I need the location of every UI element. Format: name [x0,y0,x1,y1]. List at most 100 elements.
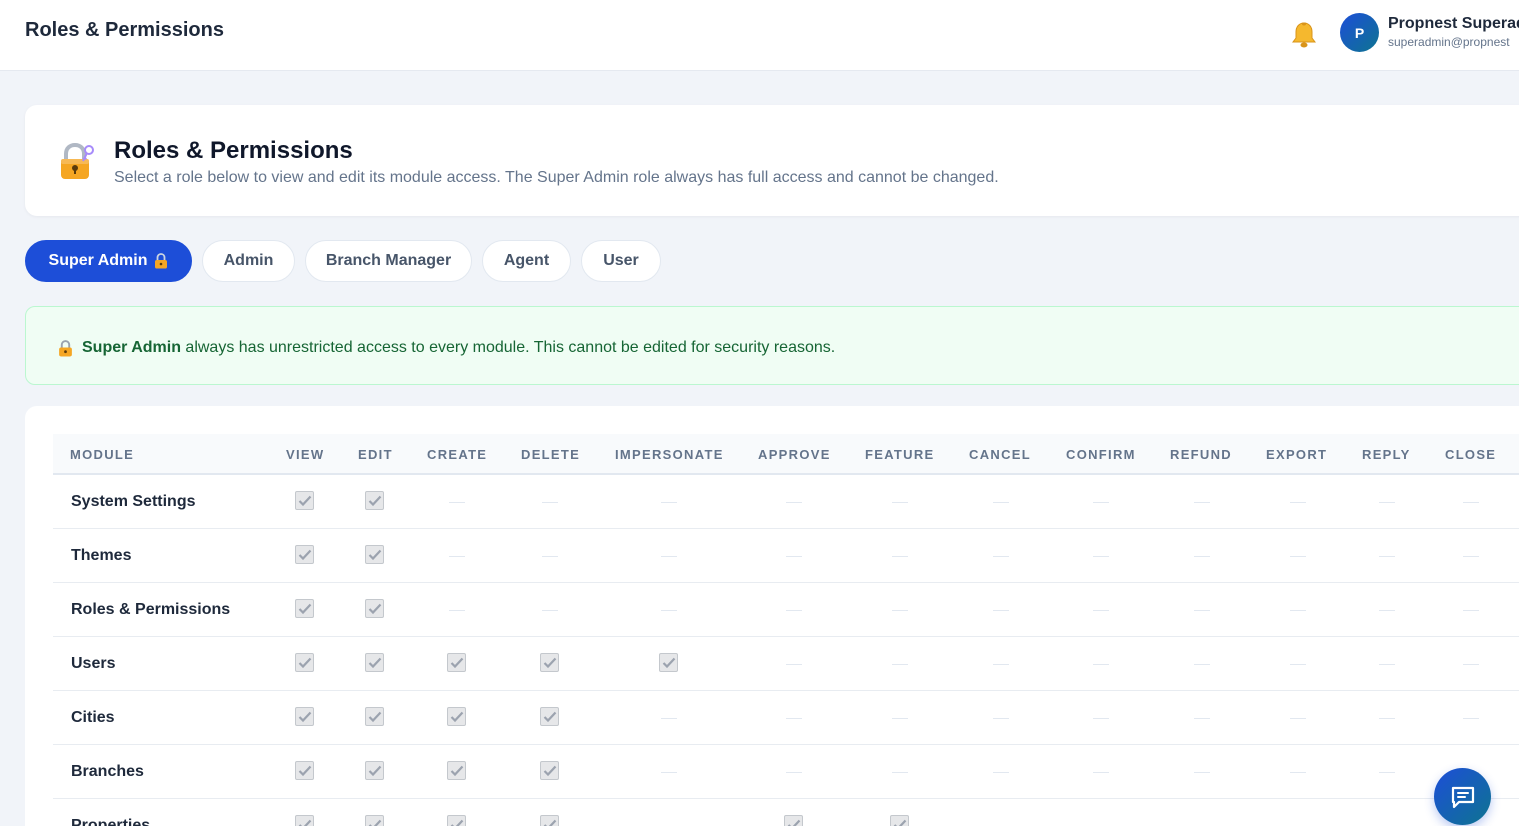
not-applicable-dash [1194,610,1210,611]
not-applicable-dash [1463,718,1479,719]
notice-role: Super Admin [82,339,181,356]
permission-cell-approve [774,475,814,529]
not-applicable-dash [1290,502,1306,503]
avatar[interactable]: P [1340,13,1379,52]
not-applicable-dash [1463,610,1479,611]
permission-cell-close [1451,691,1491,745]
not-applicable-dash [993,772,1009,773]
permission-checkbox [365,761,384,780]
module-name: Roles & Permissions [71,601,231,618]
module-name: Themes [71,547,132,564]
column-header-cancel: CANCEL [969,447,1031,462]
module-name: Users [71,655,116,672]
module-name: Cities [71,709,115,726]
module-name: System Settings [71,493,196,510]
permission-cell-edit [355,637,395,691]
bell-icon[interactable] [1291,21,1317,49]
table-row: Roles & Permissions [53,583,1519,637]
tab-label: Super Admin [48,252,148,269]
column-header-create: CREATE [427,447,488,462]
permission-cell-edit [355,475,395,529]
permission-cell-delete [530,475,570,529]
permission-cell-confirm [1081,529,1121,583]
permission-cell-view [285,691,325,745]
not-applicable-dash [1194,772,1210,773]
not-applicable-dash [993,502,1009,503]
tab-label: Admin [223,252,274,269]
permission-cell-refund [1182,637,1222,691]
table-row: System Settings [53,475,1519,529]
chat-button[interactable] [1434,768,1491,825]
not-applicable-dash [993,664,1009,665]
permission-cell-cancel [981,529,1021,583]
permission-cell-close [1451,583,1491,637]
permission-checkbox [540,707,559,726]
tab-label: User [603,252,639,269]
table-row: Properties [53,799,1519,826]
permission-cell-impersonate [649,475,689,529]
not-applicable-dash [892,664,908,665]
not-applicable-dash [993,718,1009,719]
permission-cell-refund [1182,799,1222,826]
permission-cell-impersonate [649,799,689,826]
table-row: Branches [53,745,1519,799]
permission-cell-feature [880,637,920,691]
super-admin-notice: Super Admin always has unrestricted acce… [25,306,1519,385]
permission-cell-create [437,799,477,826]
tab-super-admin[interactable]: Super Admin [25,240,192,282]
permission-checkbox [890,815,909,826]
permission-cell-edit [355,691,395,745]
permission-cell-view [285,583,325,637]
permission-cell-edit [355,745,395,799]
permission-cell-refund [1182,583,1222,637]
column-header-module: MODULE [70,447,135,462]
tab-branch-manager[interactable]: Branch Manager [305,240,472,282]
permission-cell-cancel [981,799,1021,826]
column-header-reply: REPLY [1362,447,1411,462]
column-header-refund: REFUND [1170,447,1232,462]
permission-cell-feature [880,583,920,637]
not-applicable-dash [1290,718,1306,719]
permission-cell-feature [880,745,920,799]
not-applicable-dash [1379,502,1395,503]
not-applicable-dash [449,502,465,503]
permission-cell-impersonate [649,637,689,691]
table-header: MODULE VIEW EDIT CREATE DELETE IMPERSONATE APP… [53,434,1519,475]
tab-agent[interactable]: Agent [482,240,571,282]
lock-icon [59,340,72,357]
permission-cell-feature [880,475,920,529]
not-applicable-dash [1463,556,1479,557]
tab-label: Branch Manager [325,252,452,269]
header-card: Roles & Permissions Select a role below … [25,105,1519,216]
not-applicable-dash [1379,610,1395,611]
not-applicable-dash [1093,556,1109,557]
not-applicable-dash [1093,718,1109,719]
permission-cell-create [437,745,477,799]
permission-cell-export [1278,637,1318,691]
permission-cell-export [1278,583,1318,637]
permission-cell-create [437,637,477,691]
not-applicable-dash [1093,664,1109,665]
permission-checkbox [295,599,314,618]
page-title: Roles & Permissions [25,19,224,41]
tab-admin[interactable]: Admin [202,240,295,282]
not-applicable-dash [1379,556,1395,557]
lock-icon [61,143,94,179]
permission-checkbox [540,815,559,826]
user-name: Propnest Superadmin [1388,15,1519,32]
permission-cell-delete [530,691,570,745]
header-title: Roles & Permissions [114,137,353,164]
permission-cell-edit [355,799,395,826]
permission-cell-close [1451,529,1491,583]
permission-cell-reply [1367,799,1407,826]
permission-cell-create [437,475,477,529]
permission-cell-delete [530,799,570,826]
tab-user[interactable]: User [581,240,661,282]
permission-checkbox [295,491,314,510]
module-name: Branches [71,763,144,780]
column-header-export: EXPORT [1266,447,1328,462]
permission-cell-cancel [981,637,1021,691]
permission-cell-export [1278,691,1318,745]
permission-cell-view [285,745,325,799]
permission-checkbox [365,707,384,726]
